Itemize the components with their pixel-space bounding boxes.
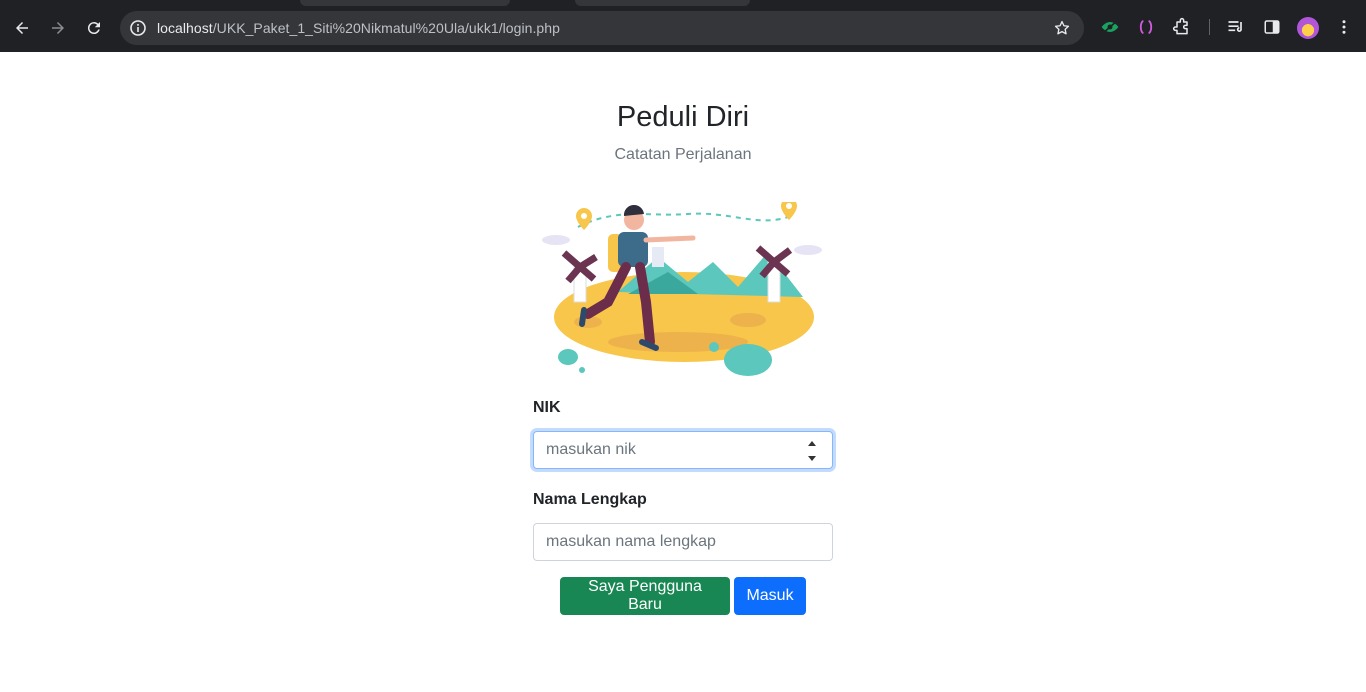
spinner-down-icon[interactable] [808,456,816,461]
login-form: NIK Nama Lengkap [533,399,833,561]
name-field[interactable] [533,523,833,561]
site-info-icon[interactable] [128,18,148,38]
page-title: Peduli Diri [616,101,750,133]
tab-hint [300,0,510,6]
eye-extension-icon[interactable] [1099,16,1121,38]
profile-avatar[interactable] [1297,17,1319,39]
tab-hint [575,0,750,6]
bookmark-star-icon[interactable] [1052,18,1072,38]
bracket-extension-icon[interactable] [1135,16,1157,38]
reading-list-icon[interactable] [1225,16,1247,38]
page-content: Peduli Diri Catatan Perjalanan NIK masuk… [0,52,1366,692]
back-icon[interactable] [8,14,36,42]
url-path: /UKK_Paket_1_Siti%20Nikmatul%20Ula/ukk1/… [212,20,560,36]
forward-icon[interactable] [44,14,72,42]
address-bar[interactable]: localhost/UKK_Paket_1_Siti%20Nikmatul%20… [120,11,1084,45]
url-host: localhost [157,20,213,36]
side-panel-icon[interactable] [1261,16,1283,38]
nik-label: NIK [533,399,561,416]
page-subtitle: Catatan Perjalanan [614,146,752,163]
number-spinner[interactable] [808,441,818,461]
register-button[interactable]: Saya Pengguna Baru [560,577,730,615]
extensions-puzzle-icon[interactable] [1171,16,1193,38]
nik-input[interactable] [534,432,832,468]
toolbar-separator [1209,19,1210,35]
menu-dots-icon[interactable] [1333,16,1355,38]
browser-toolbar: localhost/UKK_Paket_1_Siti%20Nikmatul%20… [0,0,1366,52]
url-text: localhost/UKK_Paket_1_Siti%20Nikmatul%20… [157,20,560,36]
name-label: Nama Lengkap [533,491,647,508]
form-buttons: Saya Pengguna Baru Masuk [560,577,806,615]
reload-icon[interactable] [80,14,108,42]
login-button[interactable]: Masuk [734,577,806,615]
spinner-up-icon[interactable] [808,441,816,446]
name-input[interactable] [534,524,832,560]
traveler-illustration [542,202,822,376]
nik-field[interactable] [533,431,833,469]
